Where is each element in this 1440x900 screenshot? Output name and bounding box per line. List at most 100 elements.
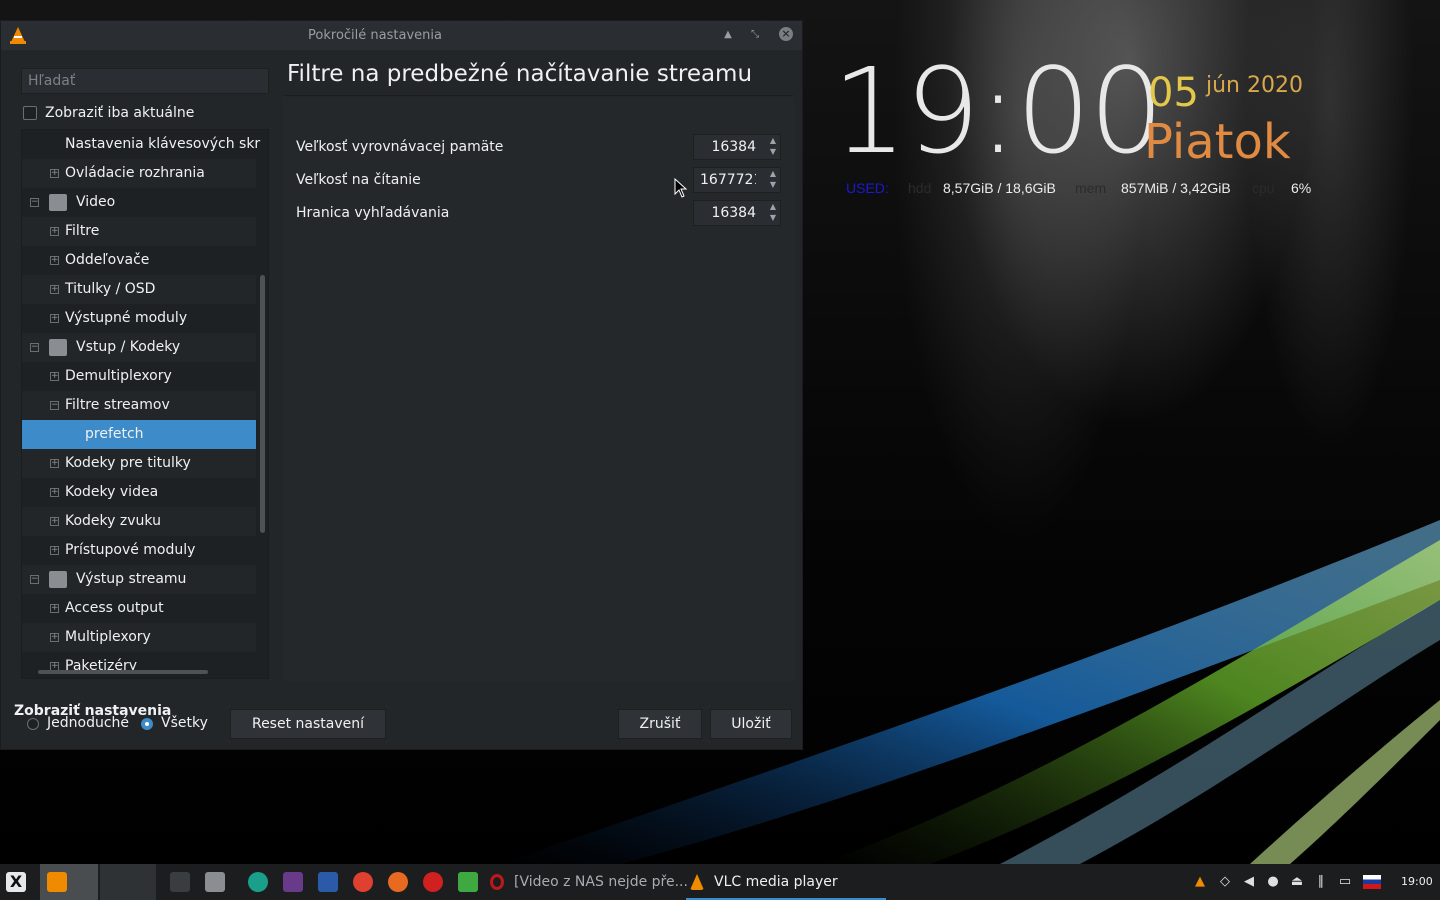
conky-clock: 19:00 — [832, 42, 1164, 180]
window-titlebar[interactable]: Pokročilé nastavenia ▲ ⤡ × — [1, 21, 802, 50]
eject-icon[interactable]: ⏏ — [1290, 875, 1304, 889]
conky-hdd-label: hdd — [908, 180, 932, 196]
tree-item[interactable]: + Titulky / OSD — [22, 275, 256, 304]
conky-mem-label: mem — [1075, 180, 1107, 196]
tree-item[interactable]: + Kodeky pre titulky — [22, 449, 256, 478]
buffer-size-spinbox[interactable]: 16384 ▲ ▼ — [693, 134, 781, 160]
tree-item[interactable]: − Video — [22, 188, 256, 217]
mode-all-label[interactable]: Všetky — [161, 715, 208, 731]
cancel-button[interactable]: Zrušiť — [618, 709, 702, 739]
expand-icon[interactable]: + — [50, 169, 59, 178]
opera-icon[interactable] — [423, 872, 443, 892]
tree-vertical-scrollbar[interactable] — [260, 275, 265, 533]
firefox-icon[interactable] — [388, 872, 408, 892]
terminal-icon[interactable] — [170, 872, 190, 892]
tree-item[interactable]: + Prístupové moduly — [22, 536, 256, 565]
collapse-icon[interactable]: − — [30, 575, 39, 584]
expand-icon[interactable]: + — [50, 314, 59, 323]
expand-icon[interactable]: + — [50, 546, 59, 555]
close-button[interactable]: × — [779, 27, 793, 41]
expand-icon[interactable]: + — [50, 227, 59, 236]
tree-item[interactable]: prefetch — [22, 420, 256, 449]
task-browser[interactable]: [Video z NAS nejde pře... — [486, 864, 688, 900]
spin-up-icon[interactable]: ▲ — [768, 202, 778, 212]
show-current-only-label: Zobraziť iba aktuálne — [45, 105, 195, 121]
vlc-tray-icon[interactable]: ▲ — [1193, 875, 1207, 889]
spin-up-icon[interactable]: ▲ — [768, 169, 778, 179]
reset-button[interactable]: Reset nastavení — [230, 709, 386, 739]
tree-item[interactable]: − Výstup streamu — [22, 565, 256, 594]
expand-icon[interactable]: + — [50, 488, 59, 497]
app-store-icon[interactable] — [248, 872, 268, 892]
keyboard-layout-flag-icon[interactable] — [1363, 875, 1381, 889]
volume-icon[interactable]: ◀ — [1242, 875, 1256, 889]
seek-threshold-label: Hranica vyhľadávania — [296, 205, 450, 221]
keep-above-button[interactable]: ▲ — [721, 28, 735, 42]
expand-icon[interactable]: + — [50, 517, 59, 526]
expand-icon[interactable]: + — [50, 459, 59, 468]
file-manager-icon[interactable] — [205, 872, 225, 892]
tree-item[interactable]: + Kodeky zvuku — [22, 507, 256, 536]
show-current-only-checkbox[interactable]: Zobraziť iba aktuálne — [23, 103, 194, 123]
display-icon[interactable]: ▭ — [1338, 875, 1352, 889]
tree-item[interactable]: − Vstup / Kodeky — [22, 333, 256, 362]
collapse-icon[interactable]: − — [30, 343, 39, 352]
expand-icon[interactable]: + — [50, 256, 59, 265]
tree-item[interactable]: + Výstupné moduly — [22, 304, 256, 333]
clipboard-icon[interactable]: ∥ — [1314, 875, 1328, 889]
package-icon[interactable]: ◇ — [1218, 875, 1232, 889]
mode-simple-radio[interactable] — [27, 718, 39, 730]
tree-item[interactable]: + Ovládacie rozhrania — [22, 159, 256, 188]
buffer-size-value[interactable]: 16384 — [700, 139, 756, 155]
conky-mem-value: 857MiB / 3,42GiB — [1121, 180, 1231, 196]
spin-down-icon[interactable]: ▼ — [768, 213, 778, 223]
mode-all-radio[interactable] — [141, 718, 153, 730]
workspace-1[interactable] — [40, 864, 98, 900]
document-viewer-icon[interactable] — [318, 872, 338, 892]
checkbox-box[interactable] — [23, 106, 37, 120]
updates-icon[interactable]: ● — [1266, 875, 1280, 889]
section-title: Filtre na predbežné načítavanie streamu — [287, 61, 753, 87]
tree-item[interactable]: + Access output — [22, 594, 256, 623]
chrome-icon[interactable] — [353, 872, 373, 892]
conky-month-year: jún 2020 — [1206, 73, 1303, 98]
collapse-icon[interactable]: − — [50, 401, 59, 410]
search-input[interactable]: Hľadať — [21, 68, 269, 94]
maximize-button[interactable]: ⤡ — [748, 28, 762, 42]
tree-item[interactable]: + Multiplexory — [22, 623, 256, 652]
seek-threshold-value[interactable]: 16384 — [700, 205, 756, 221]
pinwheel-icon[interactable] — [458, 872, 478, 892]
workspace-2[interactable] — [100, 864, 156, 900]
expand-icon[interactable]: + — [50, 285, 59, 294]
tree-item[interactable]: Nastavenia klávesových skr — [22, 130, 260, 159]
opera-task-icon — [490, 874, 504, 890]
start-menu-button[interactable]: X — [3, 864, 31, 900]
task-vlc[interactable]: VLC media player — [686, 864, 886, 900]
mode-simple-label[interactable]: Jednoduché — [47, 715, 129, 731]
tree-item[interactable]: + Kodeky videa — [22, 478, 256, 507]
expand-icon[interactable]: + — [50, 604, 59, 613]
seek-threshold-spinbox[interactable]: 16384 ▲ ▼ — [693, 200, 781, 226]
tree-item[interactable]: + Oddeľovače — [22, 246, 256, 275]
spin-down-icon[interactable]: ▼ — [768, 147, 778, 157]
taskbar-clock[interactable]: 19:00 — [1401, 875, 1433, 888]
expand-icon[interactable]: + — [50, 633, 59, 642]
tree-item[interactable]: + Filtre — [22, 217, 256, 246]
read-size-value[interactable]: 16777216 — [700, 172, 756, 188]
collapse-icon[interactable]: − — [30, 198, 39, 207]
expand-icon[interactable]: + — [50, 372, 59, 381]
read-size-spinbox[interactable]: 16777216 ▲ ▼ — [693, 167, 781, 193]
read-size-label: Veľkosť na čítanie — [296, 172, 421, 188]
archive-icon[interactable] — [283, 872, 303, 892]
save-button[interactable]: Uložiť — [710, 709, 792, 739]
task-browser-label: [Video z NAS nejde pře... — [514, 874, 688, 890]
spin-up-icon[interactable]: ▲ — [768, 136, 778, 146]
tree-item-label: Filtre — [65, 223, 100, 239]
video-icon — [49, 194, 67, 211]
tree-item[interactable]: − Filtre streamov — [22, 391, 256, 420]
tree-item[interactable]: + Paketizéry — [22, 652, 256, 678]
tree-horizontal-scrollbar[interactable] — [38, 670, 208, 674]
tree-item[interactable]: + Demultiplexory — [22, 362, 256, 391]
spin-down-icon[interactable]: ▼ — [768, 180, 778, 190]
conky-cpu-label: cpu — [1252, 180, 1275, 196]
